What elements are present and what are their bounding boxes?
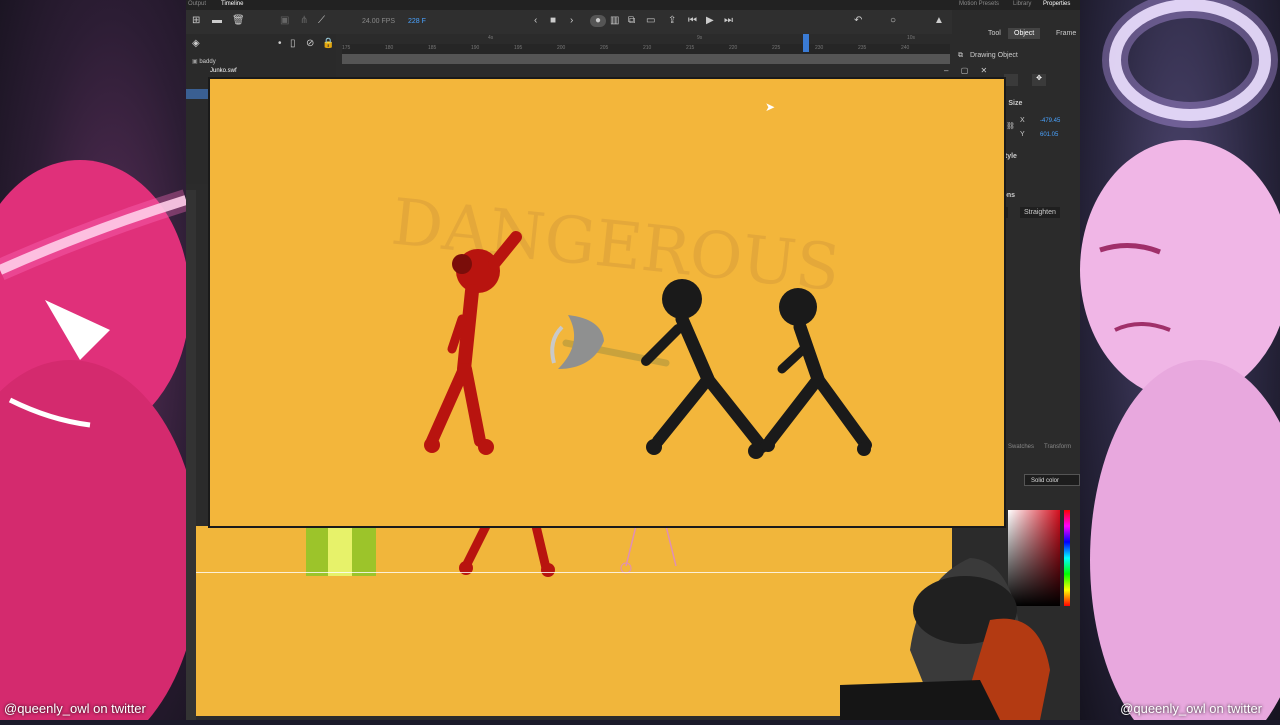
- tick-label: 175: [342, 45, 351, 51]
- folder-icon[interactable]: ▬: [212, 15, 222, 27]
- playhead[interactable]: [803, 34, 809, 52]
- dangerous-graffiti: DANGEROUS: [388, 186, 843, 307]
- props-tab-object[interactable]: Object: [1008, 28, 1041, 39]
- onion-outline-icon[interactable]: ▥: [610, 15, 619, 27]
- tick-label: 180: [385, 45, 394, 51]
- tick-label: 200: [557, 45, 566, 51]
- last-frame-icon[interactable]: ⏭: [724, 15, 733, 27]
- tab-properties[interactable]: Properties: [1043, 1, 1070, 7]
- layer-name: baddy: [199, 59, 216, 65]
- fps-readout[interactable]: 24.00 FPS: [362, 18, 395, 25]
- seconds-mark: 9s: [697, 35, 703, 41]
- dot-icon[interactable]: •: [278, 38, 282, 50]
- drawing-object-icon: ⧉: [958, 52, 963, 59]
- guide-line: [196, 572, 952, 573]
- tick-label: 230: [815, 45, 824, 51]
- parent-icon[interactable]: ⋔: [300, 15, 308, 27]
- black-stick-figure-2: [761, 288, 872, 456]
- straighten-button[interactable]: Straighten: [1020, 207, 1060, 218]
- panel-tabs: Output Timeline Motion Presets Library P…: [186, 0, 1080, 10]
- mouse-cursor: ➤: [765, 100, 776, 114]
- right-character-art: @queenly_owl on twitter: [1080, 0, 1280, 720]
- twitter-watermark-left: @queenly_owl on twitter: [4, 701, 146, 716]
- close-icon[interactable]: ✕: [980, 66, 987, 75]
- tick-label: 195: [514, 45, 523, 51]
- tick-label: 215: [686, 45, 695, 51]
- lock-all-icon[interactable]: 🔒: [322, 38, 334, 50]
- window-controls: – ▢ ✕: [944, 66, 987, 75]
- zoom-slider-icon[interactable]: ○: [890, 15, 896, 27]
- transform-icon[interactable]: ✥: [1032, 74, 1046, 86]
- tick-label: 225: [772, 45, 781, 51]
- tab-output[interactable]: Output: [188, 1, 206, 7]
- streamer-figure: [840, 558, 1050, 720]
- tick-label: 235: [858, 45, 867, 51]
- object-type-label: Drawing Object: [970, 52, 1018, 59]
- tab-swatches[interactable]: Swatches: [1008, 444, 1034, 450]
- tick-label: 210: [643, 45, 652, 51]
- edit-multiple-icon[interactable]: ⧉: [628, 15, 635, 27]
- graph-icon[interactable]: ⟋: [318, 15, 325, 27]
- tab-motion-presets[interactable]: Motion Presets: [959, 1, 999, 7]
- new-layer-icon[interactable]: ⊞: [192, 15, 200, 27]
- tick-label: 240: [901, 45, 910, 51]
- x-value-input[interactable]: -479.45: [1040, 118, 1060, 124]
- keyframe-icon[interactable]: ■: [550, 15, 556, 27]
- y-value-input[interactable]: 601.05: [1040, 132, 1058, 138]
- onion-skin-icon[interactable]: ●: [590, 15, 606, 27]
- layers-stack-icon: ◈: [192, 38, 200, 49]
- pink-character-right: [1080, 0, 1280, 720]
- webcam-overlay: [840, 540, 1080, 720]
- timeline-toolbar: ⊞ ▬ 🗑 ▣ ⋔ ⟋ 24.00 FPS 228 F ‹ ■ › ● ▥ ⧉ …: [186, 10, 952, 34]
- maximize-icon[interactable]: ▢: [961, 66, 969, 75]
- delete-icon[interactable]: 🗑: [232, 15, 245, 27]
- collapse-icon[interactable]: ▲: [934, 15, 944, 27]
- current-frame-readout[interactable]: 228 F: [408, 18, 426, 25]
- link-icon[interactable]: ⛓: [1006, 122, 1015, 130]
- layer-row-selected[interactable]: [186, 89, 208, 99]
- canvas-stage[interactable]: DANGEROUS: [208, 77, 1006, 528]
- seconds-mark: 10s: [907, 35, 916, 41]
- tab-timeline[interactable]: Timeline: [221, 1, 243, 7]
- layer-row[interactable]: ▣ baddy: [192, 58, 216, 65]
- hide-icon[interactable]: ⊘: [306, 38, 314, 50]
- background-stage[interactable]: [196, 521, 952, 716]
- stage-artwork: DANGEROUS: [388, 186, 872, 459]
- prev-keyframe-icon[interactable]: ‹: [534, 15, 537, 27]
- outline-icon[interactable]: ▯: [290, 38, 296, 50]
- document-tab[interactable]: Junko.swf: [210, 68, 237, 74]
- frame-ruler[interactable]: 175 180 185 190 195 200 205 210 215 220 …: [342, 35, 950, 54]
- left-character-art: @queenly_owl on twitter: [0, 0, 186, 720]
- props-tab-tool[interactable]: Tool: [988, 30, 1001, 37]
- loop-icon[interactable]: ▭: [646, 15, 655, 27]
- tick-label: 185: [428, 45, 437, 51]
- props-tab-frame[interactable]: Frame: [1056, 30, 1076, 37]
- black-stick-figure-1: [641, 279, 768, 459]
- next-keyframe-icon[interactable]: ›: [570, 15, 573, 27]
- tick-label: 220: [729, 45, 738, 51]
- tab-library[interactable]: Library: [1013, 1, 1031, 7]
- tick-label: 205: [600, 45, 609, 51]
- first-frame-icon[interactable]: ⏮: [688, 15, 697, 27]
- camera-icon[interactable]: ▣: [280, 15, 289, 27]
- x-label: X: [1020, 117, 1025, 124]
- background-figures: [306, 521, 677, 577]
- vertical-ruler: [186, 190, 196, 720]
- seconds-mark: 4s: [488, 35, 494, 41]
- minimize-icon[interactable]: –: [944, 66, 948, 75]
- tick-label: 190: [471, 45, 480, 51]
- insert-frame-icon[interactable]: ⇪: [668, 15, 676, 27]
- undo-icon[interactable]: ↶: [854, 15, 862, 27]
- pink-character-left: [0, 160, 186, 720]
- frames-track[interactable]: [342, 54, 950, 64]
- play-icon[interactable]: ▶: [706, 15, 714, 27]
- fill-type-select[interactable]: Solid color: [1024, 474, 1080, 486]
- twitter-watermark-right: @queenly_owl on twitter: [1120, 701, 1262, 716]
- align-icon[interactable]: [1004, 74, 1018, 86]
- y-label: Y: [1020, 131, 1025, 138]
- tab-transform[interactable]: Transform: [1044, 444, 1071, 450]
